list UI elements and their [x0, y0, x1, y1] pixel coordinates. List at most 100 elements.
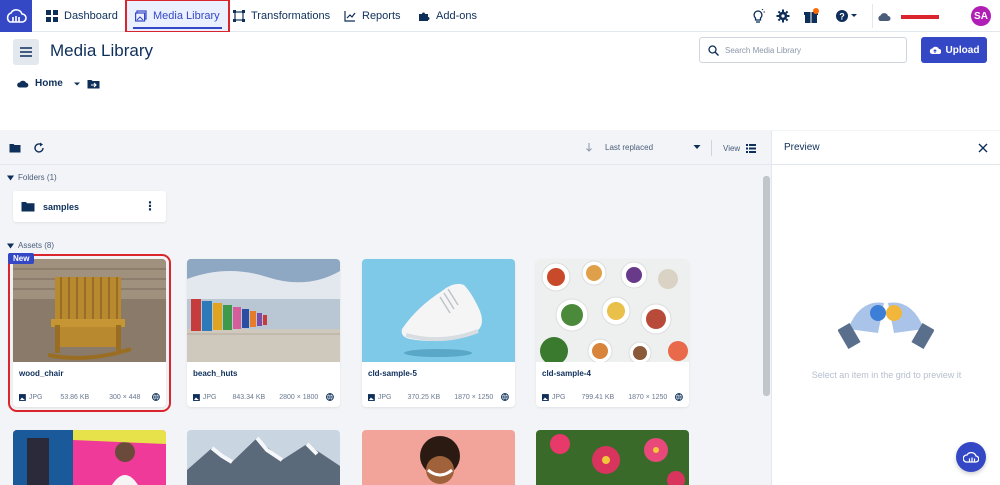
chevron-down-icon	[693, 145, 701, 149]
hamburger-icon	[20, 47, 32, 57]
list-view-icon	[746, 143, 757, 153]
page-title: Media Library	[50, 41, 153, 60]
asset-size: 370.25 KB	[407, 393, 441, 401]
globe-icon	[501, 393, 509, 401]
svg-text:?: ?	[839, 12, 845, 22]
sort-value: Last replaced	[605, 142, 654, 152]
menu-toggle-button[interactable]	[13, 39, 39, 65]
asset-dimensions: 300 × 448	[109, 393, 141, 401]
asset-thumbnail	[187, 430, 340, 485]
asset-card-cld-sample-5[interactable]: cld-sample-5 JPG 370.25 KB 1870 × 1250	[362, 259, 515, 407]
preview-title: Preview	[784, 142, 820, 153]
caret-down-icon	[7, 243, 14, 248]
dashboard-icon	[46, 10, 58, 22]
refresh-icon[interactable]	[33, 142, 45, 154]
folder-card[interactable]: samples ⋮	[13, 191, 166, 222]
move-to-folder-icon[interactable]	[87, 79, 100, 89]
upload-button[interactable]: Upload	[921, 37, 987, 63]
asset-size: 843.34 KB	[232, 393, 266, 401]
view-toggle[interactable]: View	[711, 140, 757, 156]
asset-card-partial[interactable]	[13, 430, 166, 485]
cloud-home-icon	[17, 80, 29, 88]
chevron-down-icon[interactable]	[73, 80, 81, 88]
help-chat-button[interactable]	[956, 442, 986, 472]
asset-name: beach_huts	[193, 369, 238, 378]
asset-format: JPG	[28, 393, 43, 401]
asset-dimensions: 1870 × 1250	[628, 393, 668, 401]
folders-section-toggle[interactable]: Folders (1)	[7, 173, 57, 182]
sort-control[interactable]: Last replaced	[585, 142, 701, 152]
cloudinary-logo[interactable]	[0, 0, 32, 32]
grid-scrollbar[interactable]	[762, 166, 771, 485]
user-avatar[interactable]: SA	[971, 6, 991, 26]
nav-add-ons-label: Add-ons	[436, 10, 477, 22]
sort-direction-icon[interactable]	[585, 142, 593, 152]
folder-name: samples	[43, 201, 80, 212]
settings-button[interactable]	[775, 8, 791, 24]
nav-add-ons[interactable]: Add-ons	[418, 0, 477, 32]
nav-dashboard-label: Dashboard	[64, 10, 118, 22]
asset-thumbnail	[536, 430, 689, 485]
image-type-icon	[19, 393, 26, 401]
assets-section-toggle[interactable]: Assets (8)	[7, 241, 54, 250]
wood-chair-thumbnail	[13, 259, 166, 362]
nav-transformations-label: Transformations	[251, 10, 331, 22]
asset-format: JPG	[551, 393, 566, 401]
asset-format: JPG	[377, 393, 392, 401]
folder-icon[interactable]	[9, 143, 21, 153]
new-badge: New	[8, 253, 35, 264]
image-type-icon	[542, 393, 549, 401]
search-input[interactable]	[725, 45, 895, 55]
gift-notification-icon	[804, 8, 819, 23]
redacted-account-name	[901, 15, 939, 19]
asset-card-wood-chair[interactable]: wood_chair JPG 53.86 KB 300 × 448	[8, 254, 171, 412]
asset-dimensions: 1870 × 1250	[454, 393, 494, 401]
image-type-icon	[368, 393, 375, 401]
preview-empty-text: Select an item in the grid to preview it	[811, 370, 962, 380]
search-icon	[708, 44, 719, 56]
globe-icon	[326, 393, 334, 401]
nav-reports-label: Reports	[362, 10, 401, 22]
nav-dashboard[interactable]: Dashboard	[46, 0, 118, 32]
help-menu-button[interactable]: ?	[835, 8, 859, 24]
assets-heading: Assets (8)	[18, 241, 55, 250]
asset-card-partial[interactable]	[187, 430, 340, 485]
search-box[interactable]	[699, 37, 907, 63]
notifications-button[interactable]	[803, 8, 819, 24]
account-switcher[interactable]	[872, 4, 968, 28]
sneaker-thumbnail	[362, 259, 515, 362]
asset-name: cld-sample-5	[368, 369, 417, 378]
asset-card-partial[interactable]	[362, 430, 515, 485]
asset-meta: JPG 370.25 KB 1870 × 1250	[368, 393, 509, 401]
tips-bulb-button[interactable]	[750, 8, 766, 24]
lightbulb-icon	[753, 9, 765, 23]
asset-card-beach-huts[interactable]: beach_huts JPG 843.34 KB 2800 × 1800	[187, 259, 340, 407]
cloud-upload-icon	[929, 46, 941, 54]
cloud-icon	[878, 13, 891, 21]
nav-transformations[interactable]: Transformations	[233, 0, 330, 32]
transform-icon	[233, 10, 245, 22]
folders-heading: Folders (1)	[18, 173, 57, 182]
nav-reports[interactable]: Reports	[344, 0, 401, 32]
asset-size: 53.86 KB	[60, 393, 90, 401]
asset-card-cld-sample-4[interactable]: cld-sample-4 JPG 799.41 KB 1870 × 1250	[536, 259, 689, 407]
folder-more-options-icon[interactable]: ⋮	[144, 200, 156, 212]
view-label: View	[723, 143, 741, 153]
image-type-icon	[193, 393, 200, 401]
globe-icon	[152, 393, 160, 401]
breadcrumb-home[interactable]: Home	[35, 78, 63, 89]
preview-header: Preview	[772, 131, 1000, 165]
sort-dropdown[interactable]: Last replaced	[605, 143, 701, 152]
asset-size: 799.41 KB	[581, 393, 615, 401]
globe-icon	[675, 393, 683, 401]
close-icon[interactable]	[978, 143, 988, 153]
breadcrumb: Home	[17, 78, 100, 89]
scrollbar-thumb[interactable]	[763, 176, 770, 396]
asset-meta: JPG 843.34 KB 2800 × 1800	[193, 393, 334, 401]
folder-icon	[21, 202, 35, 212]
nav-media-library[interactable]: Media Library	[125, 0, 230, 33]
asset-card-partial[interactable]	[536, 430, 689, 485]
grid-toolbar: Last replaced View	[0, 131, 771, 165]
food-table-thumbnail	[536, 259, 689, 362]
cloud-logo-icon	[6, 9, 27, 23]
